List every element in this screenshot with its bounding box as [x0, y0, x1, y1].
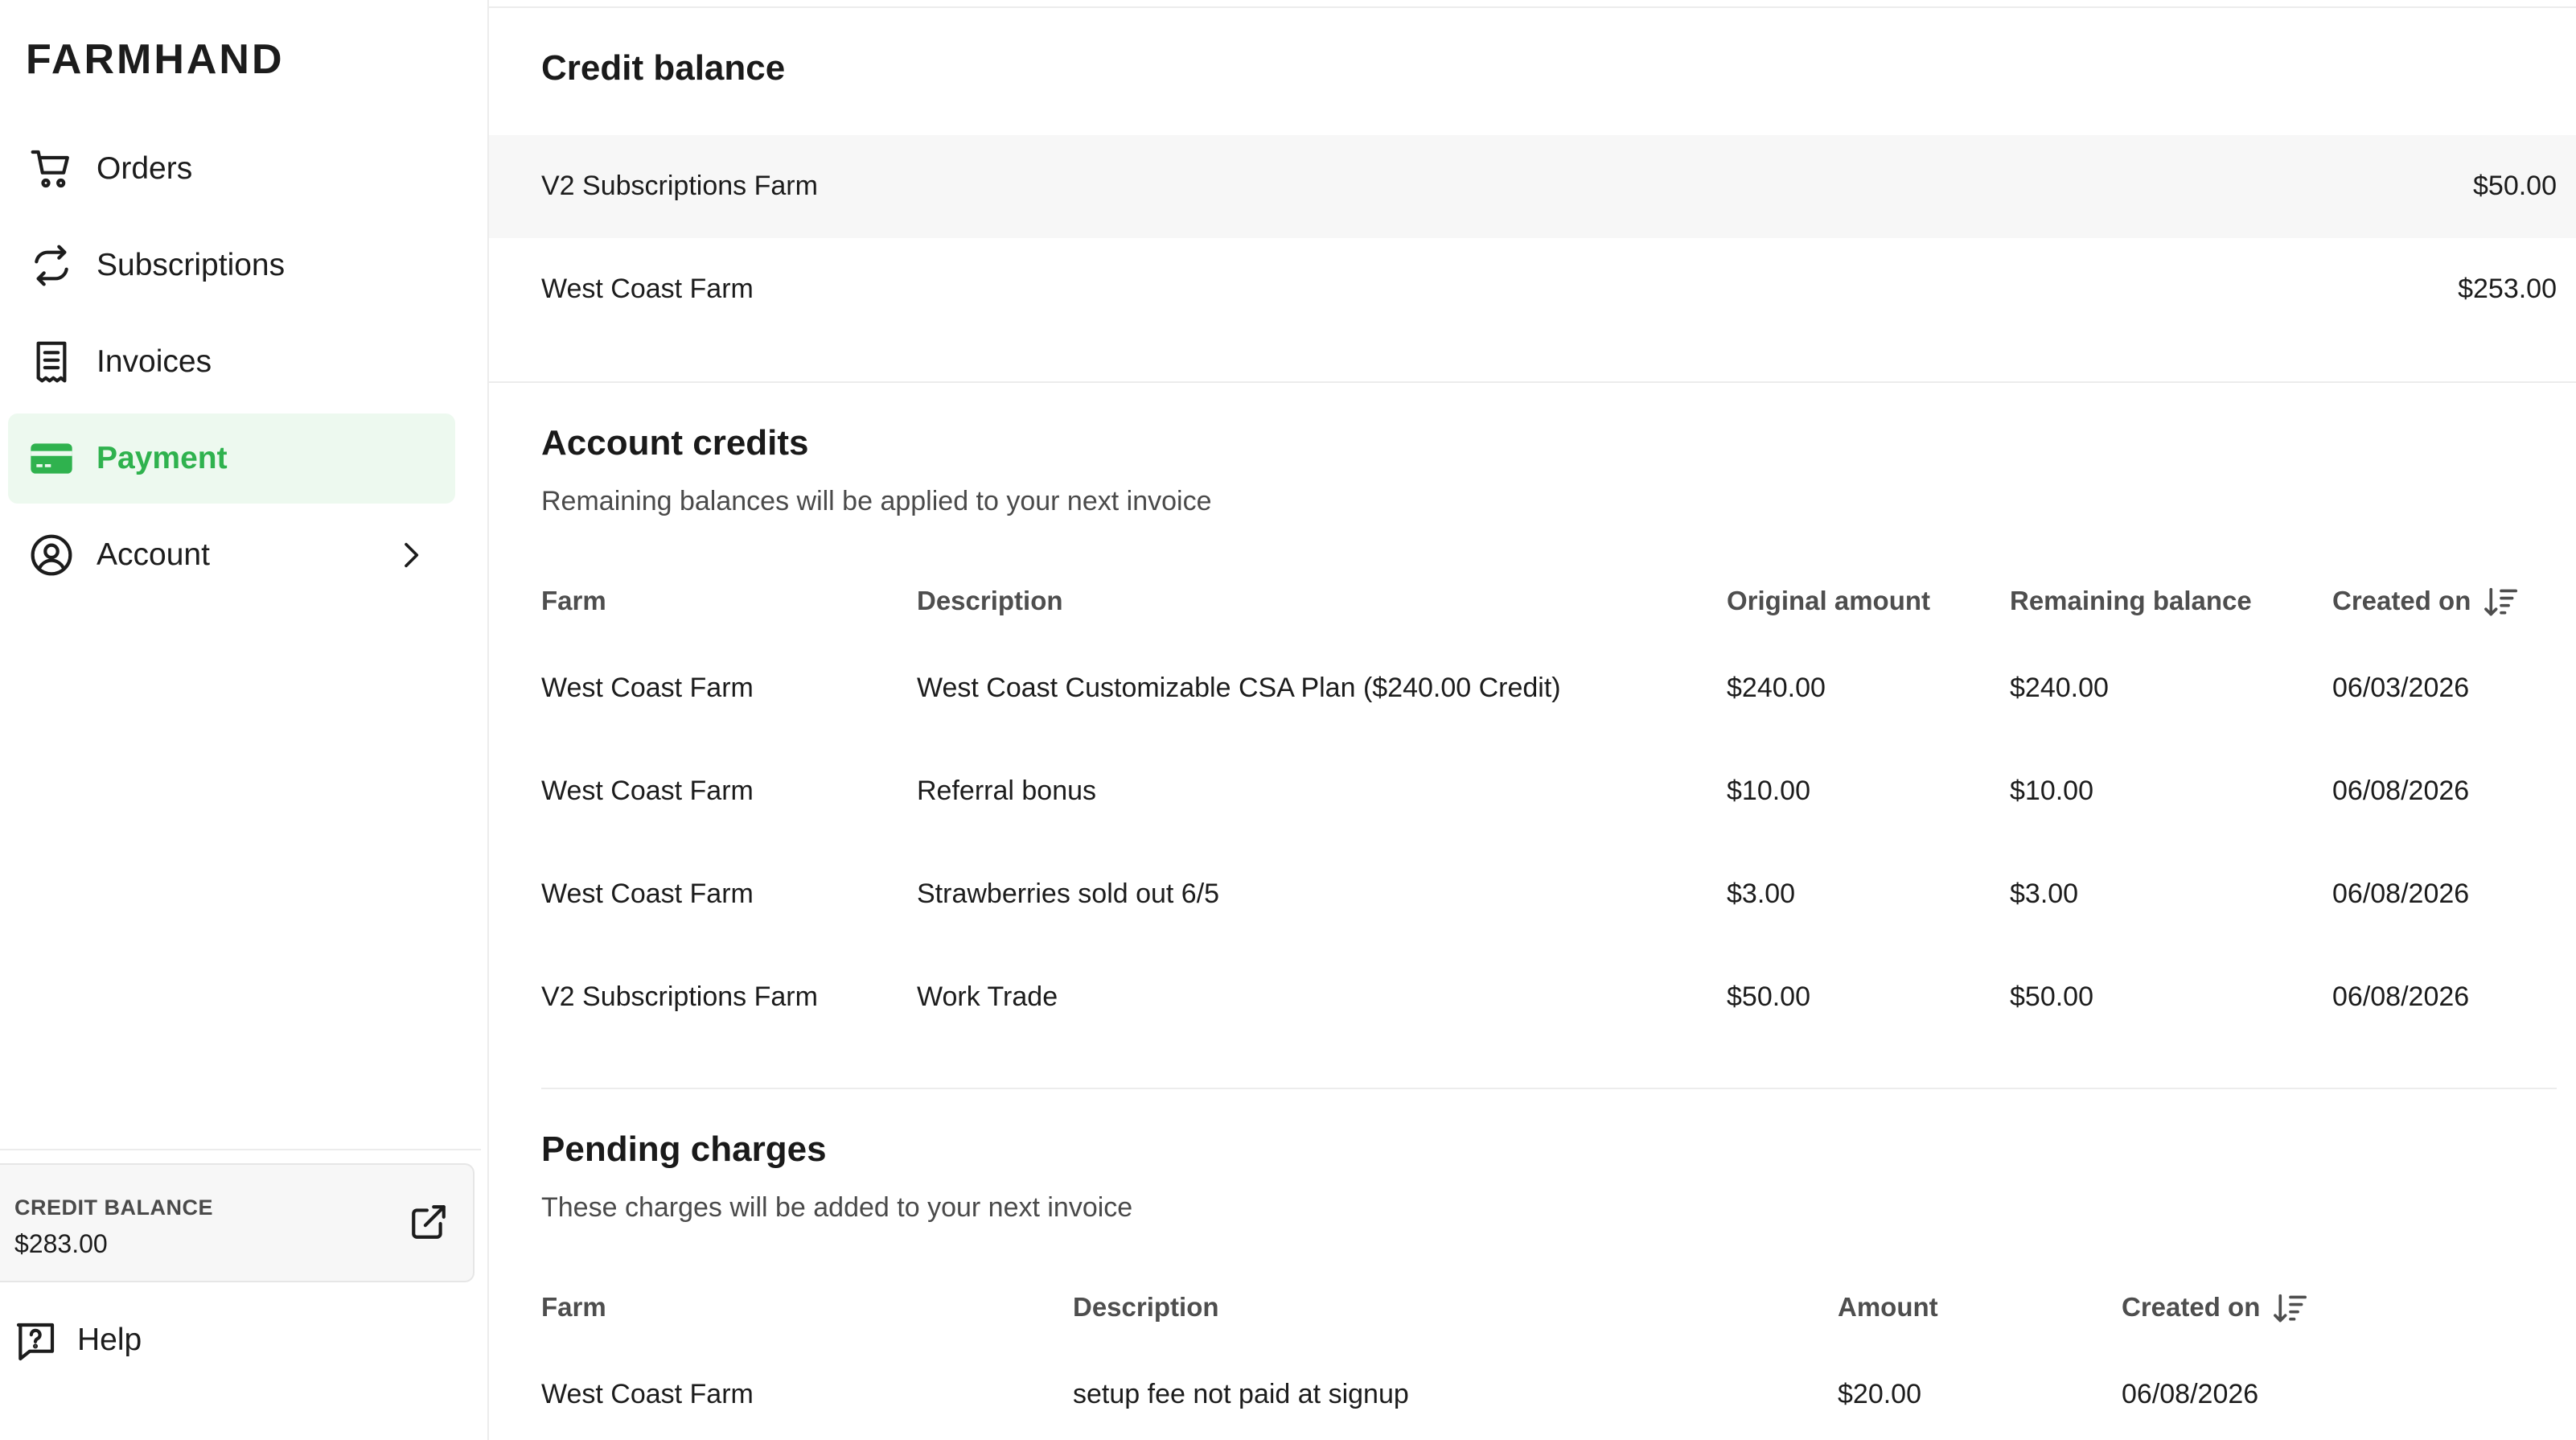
receipt-icon — [29, 339, 74, 385]
table-cell-original: $50.00 — [1727, 981, 1810, 1012]
cart-icon — [29, 146, 74, 191]
credit-balance-label: CREDIT BALANCE — [14, 1195, 213, 1220]
column-header-amount: Amount — [1838, 1292, 1938, 1322]
table-cell-created: 06/08/2026 — [2332, 981, 2470, 1012]
table-cell-remaining: $10.00 — [2010, 776, 2093, 806]
table-cell-farm: West Coast Farm — [541, 673, 754, 703]
sort-descending-icon[interactable] — [2273, 1293, 2308, 1325]
column-header-remaining-balance: Remaining balance — [2010, 586, 2252, 615]
sidebar-item-label: Invoices — [97, 344, 212, 379]
sidebar-item-label: Subscriptions — [97, 248, 286, 282]
sidebar-item-invoices[interactable]: Invoices — [8, 317, 455, 407]
credit-balance-farm: West Coast Farm — [541, 274, 754, 304]
table-cell-original: $3.00 — [1727, 878, 1796, 909]
sidebar-item-label: Orders — [97, 151, 193, 186]
section-divider — [541, 1088, 2557, 1089]
table-cell-description: West Coast Customizable CSA Plan ($240.0… — [917, 673, 1561, 703]
pending-charges-title: Pending charges — [541, 1129, 827, 1169]
table-cell-farm: V2 Subscriptions Farm — [541, 981, 818, 1012]
table-cell-description: Work Trade — [917, 981, 1058, 1012]
credit-balance-amount: $253.00 — [2458, 274, 2557, 304]
section-divider — [489, 381, 2576, 383]
sort-descending-icon[interactable] — [2484, 586, 2519, 619]
sidebar-divider — [0, 1149, 481, 1150]
table-cell-amount: $20.00 — [1838, 1379, 1921, 1409]
credit-balance-value: $283.00 — [14, 1229, 108, 1258]
table-cell-created: 06/03/2026 — [2332, 673, 2470, 703]
table-cell-created: 06/08/2026 — [2332, 776, 2470, 806]
help-link[interactable]: Help — [10, 1311, 251, 1368]
table-cell-description: Strawberries sold out 6/5 — [917, 878, 1220, 909]
account-credits-subtitle: Remaining balances will be applied to yo… — [541, 486, 1212, 516]
column-header-created-on[interactable]: Created on — [2122, 1292, 2308, 1325]
column-header-created-on[interactable]: Created on — [2332, 586, 2519, 619]
table-cell-original: $240.00 — [1727, 673, 1826, 703]
credit-balance-farm: V2 Subscriptions Farm — [541, 171, 818, 201]
credit-card-icon — [29, 436, 74, 481]
table-cell-remaining: $3.00 — [2010, 878, 2079, 909]
table-cell-remaining: $50.00 — [2010, 981, 2093, 1012]
table-cell-original: $10.00 — [1727, 776, 1810, 806]
app-logo[interactable]: FARMHAND — [26, 35, 285, 84]
column-header-original-amount: Original amount — [1727, 586, 1931, 615]
chevron-right-icon — [394, 539, 426, 571]
account-credits-title: Account credits — [541, 423, 809, 463]
top-divider — [489, 6, 2576, 8]
column-header-label: Created on — [2122, 1292, 2261, 1322]
credit-balance-amount: $50.00 — [2473, 171, 2557, 201]
help-icon — [13, 1319, 58, 1364]
user-circle-icon — [29, 533, 74, 578]
table-cell-description: setup fee not paid at signup — [1073, 1379, 1409, 1409]
credit-balance-card[interactable]: CREDIT BALANCE $283.00 — [0, 1163, 475, 1282]
column-header-description: Description — [1073, 1292, 1219, 1322]
column-header-label: Created on — [2332, 586, 2471, 615]
sidebar-item-subscriptions[interactable]: Subscriptions — [8, 220, 455, 311]
repeat-icon — [29, 243, 74, 288]
sidebar-item-label: Account — [97, 537, 210, 572]
table-cell-farm: West Coast Farm — [541, 1379, 754, 1409]
pending-charges-subtitle: These charges will be added to your next… — [541, 1192, 1133, 1223]
table-cell-description: Referral bonus — [917, 776, 1097, 806]
credit-balance-title: Credit balance — [541, 48, 786, 88]
column-header-farm: Farm — [541, 586, 606, 615]
sidebar-item-payment[interactable]: Payment — [8, 413, 455, 504]
table-cell-farm: West Coast Farm — [541, 878, 754, 909]
sidebar-item-account[interactable]: Account — [8, 510, 455, 600]
table-cell-created: 06/08/2026 — [2332, 878, 2470, 909]
sidebar: FARMHAND Orders Subscriptions Invoices P… — [0, 0, 489, 1440]
help-label: Help — [77, 1323, 142, 1357]
column-header-description: Description — [917, 586, 1063, 615]
column-header-farm: Farm — [541, 1292, 606, 1322]
table-cell-created: 06/08/2026 — [2122, 1379, 2259, 1409]
external-link-icon[interactable] — [409, 1202, 449, 1242]
sidebar-item-label: Payment — [97, 441, 228, 475]
table-cell-remaining: $240.00 — [2010, 673, 2109, 703]
sidebar-item-orders[interactable]: Orders — [8, 124, 455, 214]
table-cell-farm: West Coast Farm — [541, 776, 754, 806]
